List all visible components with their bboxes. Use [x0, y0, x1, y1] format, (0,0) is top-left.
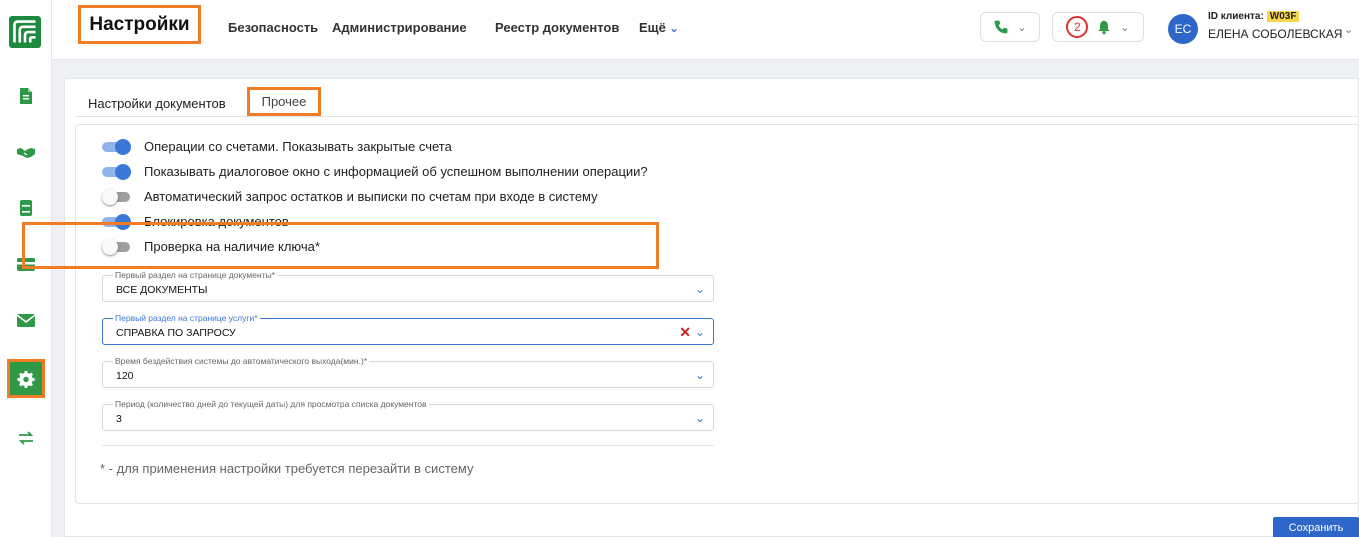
sidebar-item-mail[interactable] [0, 302, 52, 338]
phone-icon [994, 20, 1008, 34]
chevron-down-icon: ⌄ [669, 23, 679, 35]
avatar[interactable]: ЕС [1168, 14, 1198, 44]
chevron-down-icon[interactable]: ⌄ [695, 411, 705, 425]
toggle-label: Операции со счетами. Показывать закрытые… [144, 139, 452, 154]
settings-panel: Настройки документов Прочее Операции со … [64, 78, 1359, 537]
toggle-row-success-dialog: Показывать диалоговое окно с информацией… [102, 163, 648, 180]
document-icon [20, 88, 32, 104]
toggle-row-auto-request: Автоматический запрос остатков и выписки… [102, 188, 598, 205]
period-select[interactable]: Период (количество дней до текущей даты)… [102, 399, 714, 431]
logo[interactable] [9, 16, 41, 48]
tab-other[interactable]: Прочее [247, 87, 321, 116]
sidebar-item-directory[interactable] [0, 190, 52, 226]
field-label: Период (количество дней до текущей даты)… [113, 399, 429, 409]
client-id-value: W03F [1266, 11, 1300, 22]
user-name: ЕЛЕНА СОБОЛЕВСКАЯ [1208, 27, 1343, 41]
toggle-label: Показывать диалоговое окно с информацией… [144, 164, 648, 179]
bell-icon [1098, 20, 1110, 35]
divider [102, 445, 714, 446]
idle-time-select[interactable]: Время бездействия системы до автоматичес… [102, 356, 714, 388]
field-value: СПРАВКА ПО ЗАПРОСУ [116, 327, 236, 339]
nav-document-registry[interactable]: Реестр документов [495, 20, 619, 35]
field-value: 3 [116, 413, 122, 425]
header: Настройки Безопасность Администрирование… [52, 0, 1359, 60]
relogin-note: * - для применения настройки требуется п… [100, 461, 474, 476]
user-menu-chevron-icon[interactable]: ⌄ [1344, 23, 1353, 36]
sidebar-item-documents[interactable] [0, 78, 52, 114]
services-first-section-select[interactable]: Первый раздел на странице услуги* СПРАВК… [102, 313, 714, 345]
envelope-icon [16, 314, 36, 327]
tab-divider [75, 116, 1359, 117]
chevron-down-icon[interactable]: ⌄ [695, 282, 705, 296]
notifications-menu[interactable]: 2 ⌄ [1052, 12, 1144, 42]
tab-document-settings[interactable]: Настройки документов [88, 96, 226, 111]
toggle-closed-accounts[interactable] [102, 138, 132, 155]
docs-first-section-select[interactable]: Первый раздел на странице документы* ВСЕ… [102, 270, 714, 302]
toggle-auto-request[interactable] [102, 188, 132, 205]
book-icon [20, 200, 32, 216]
handshake-icon [17, 148, 35, 158]
client-id: ID клиента: W03F [1208, 11, 1300, 22]
field-label: Первый раздел на странице документы* [113, 270, 278, 280]
logo-icon [13, 20, 36, 43]
nav-administration[interactable]: Администрирование [332, 20, 467, 35]
field-label: Время бездействия системы до автоматичес… [113, 356, 370, 366]
clear-icon[interactable]: ✕ [679, 324, 691, 341]
toggle-label: Автоматический запрос остатков и выписки… [144, 189, 598, 204]
field-value: ВСЕ ДОКУМЕНТЫ [116, 284, 208, 296]
nav-more[interactable]: Ещё ⌄ [639, 20, 679, 35]
client-id-label: ID клиента: [1208, 11, 1264, 22]
chevron-down-icon[interactable]: ⌄ [695, 368, 705, 382]
field-value: 120 [116, 370, 134, 382]
sidebar-item-exchange[interactable] [0, 420, 52, 456]
swap-icon [18, 431, 34, 445]
sidebar-item-settings[interactable] [7, 359, 45, 398]
nav-security[interactable]: Безопасность [228, 20, 318, 35]
highlight-frame [22, 222, 659, 269]
gear-icon [17, 370, 35, 388]
chevron-down-icon: ⌄ [1120, 21, 1130, 34]
notification-count-badge: 2 [1066, 16, 1089, 38]
save-button[interactable]: Сохранить [1273, 517, 1359, 537]
app: Настройки Безопасность Администрирование… [0, 0, 1359, 537]
settings-card: Операции со счетами. Показывать закрытые… [75, 124, 1359, 504]
chevron-down-icon[interactable]: ⌄ [695, 325, 705, 339]
field-label: Первый раздел на странице услуги* [113, 313, 260, 323]
phone-menu[interactable]: ⌄ [980, 12, 1040, 42]
chevron-down-icon: ⌄ [1017, 21, 1027, 34]
sidebar-item-deals[interactable] [0, 134, 52, 170]
nav-more-label: Ещё [639, 20, 666, 35]
toggle-success-dialog[interactable] [102, 163, 132, 180]
page-title: Настройки [78, 5, 201, 44]
toggle-row-closed-accounts: Операции со счетами. Показывать закрытые… [102, 138, 452, 155]
